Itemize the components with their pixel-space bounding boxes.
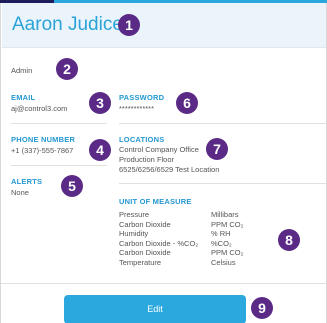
- phone-value: +1 (337)-555-7867: [11, 146, 74, 155]
- measure-unit: Millibars: [211, 210, 239, 219]
- measure-name: Carbon Dioxide - %CO₂: [119, 238, 199, 248]
- edit-button[interactable]: Edit: [64, 295, 246, 323]
- callout-badge-5: 5: [61, 175, 83, 197]
- table-row: Carbon Dioxide PPM CO₂: [119, 220, 319, 230]
- measure-name: Temperature: [119, 257, 162, 267]
- callout-badge-1: 1: [118, 14, 140, 36]
- table-row: Temperature Celsius: [119, 258, 319, 268]
- password-value: ************: [119, 104, 155, 113]
- divider: [11, 165, 107, 166]
- table-row: Pressure Millibars: [119, 210, 319, 220]
- measure-unit: %CO₂: [211, 238, 232, 248]
- measure-name: Carbon Dioxide: [119, 219, 171, 229]
- locations-label: LOCATIONS: [119, 135, 165, 144]
- locations-list: Control Company Office Production Floor …: [119, 145, 219, 175]
- callout-badge-6: 6: [176, 92, 198, 114]
- measure-unit: % RH: [211, 229, 231, 238]
- location-item: Production Floor: [119, 155, 175, 164]
- callout-badge-9: 9: [251, 297, 273, 319]
- alerts-label: ALERTS: [11, 177, 43, 186]
- profile-header: Aaron Judice: [2, 3, 326, 48]
- divider: [11, 123, 107, 124]
- email-value: aj@control3.com: [11, 104, 68, 113]
- measure-name: Humidity: [119, 229, 149, 238]
- unit-of-measure-label: UNIT OF MEASURE: [119, 197, 192, 206]
- callout-badge-2: 2: [56, 58, 78, 80]
- measure-unit: PPM CO₂: [211, 219, 244, 229]
- callout-badge-8: 8: [278, 229, 300, 251]
- measure-name: Pressure: [119, 210, 150, 219]
- measure-unit: PPM CO₂: [211, 248, 244, 257]
- phone-label: PHONE NUMBER: [11, 135, 76, 144]
- location-item: Control Company Office: [119, 145, 199, 154]
- divider: [1, 283, 326, 284]
- callout-badge-4: 4: [89, 139, 111, 161]
- user-name: Aaron Judice: [12, 14, 123, 35]
- email-label: EMAIL: [11, 93, 36, 102]
- divider: [119, 123, 326, 124]
- alerts-value: None: [11, 188, 29, 197]
- callout-badge-7: 7: [206, 138, 228, 160]
- location-item: 6525/6256/6529 Test Location: [119, 165, 220, 174]
- callout-badge-3: 3: [89, 92, 111, 114]
- measure-name: Carbon Dioxide: [119, 248, 171, 257]
- measure-unit: Celsius: [211, 257, 236, 267]
- password-label: PASSWORD: [119, 93, 165, 102]
- user-role: Admin: [11, 66, 33, 75]
- divider: [119, 183, 326, 184]
- user-profile-card: Aaron Judice 1 Admin 2 EMAIL aj@control3…: [0, 3, 327, 323]
